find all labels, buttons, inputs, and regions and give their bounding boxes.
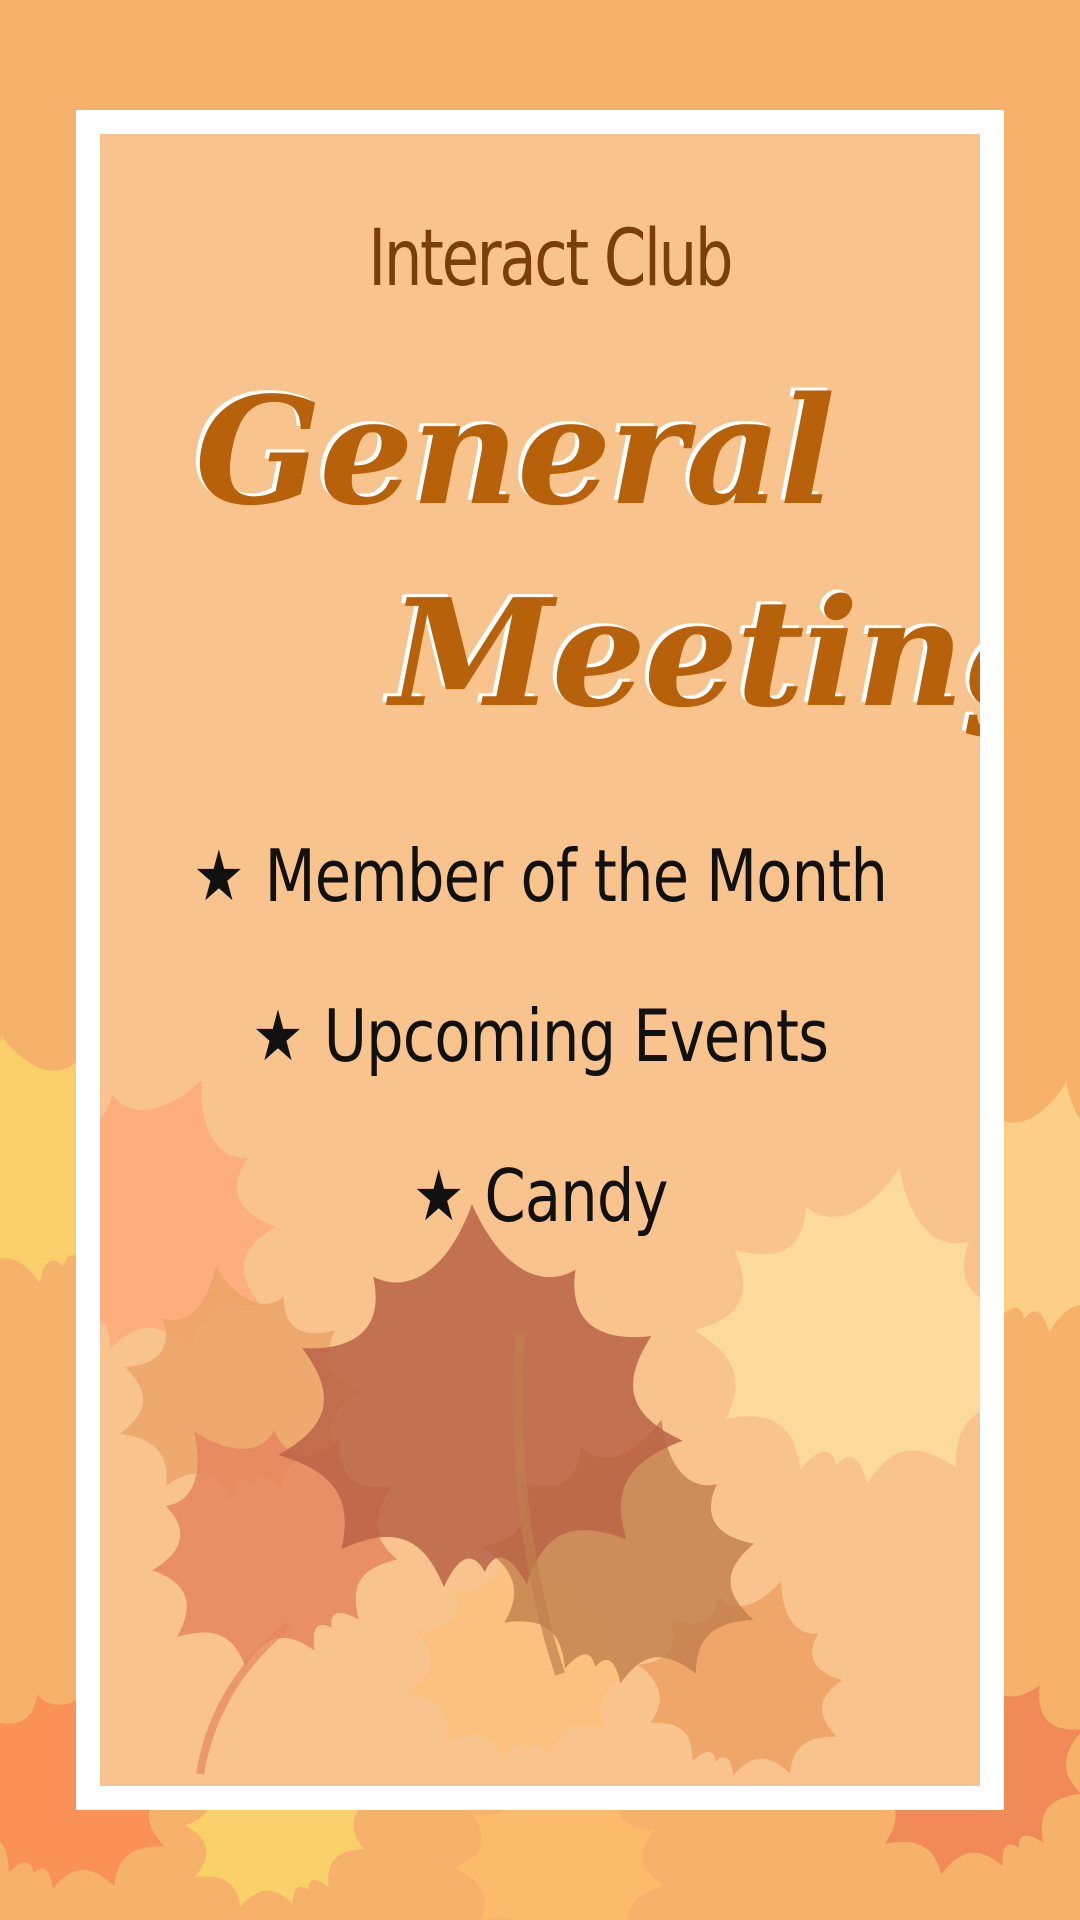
agenda-item-label: Member of the Month: [264, 834, 888, 918]
agenda-item: ★ Candy: [100, 1154, 980, 1238]
poster-frame: Interact Club General Meeting ★ Member o…: [76, 110, 1004, 1810]
title-line-2: Meeting: [390, 566, 980, 740]
agenda-item-label: Candy: [484, 1154, 668, 1238]
star-icon: ★: [193, 835, 245, 917]
agenda-item: ★ Member of the Month: [100, 834, 980, 918]
poster-panel: Interact Club General Meeting ★ Member o…: [100, 134, 980, 1786]
star-icon: ★: [412, 1155, 465, 1237]
agenda-item: ★ Upcoming Events: [100, 994, 980, 1078]
agenda-item-label: Upcoming Events: [323, 994, 829, 1078]
title-line-1: General: [195, 364, 835, 538]
star-icon: ★: [252, 995, 304, 1077]
club-name: Interact Club: [368, 214, 733, 304]
